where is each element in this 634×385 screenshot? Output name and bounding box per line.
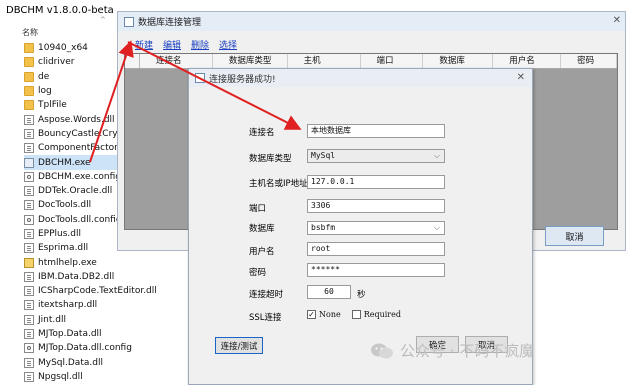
arrow-exe-to-new xyxy=(89,40,134,163)
arrow-new-to-dialog xyxy=(127,41,302,130)
annotation-arrows xyxy=(89,40,302,163)
